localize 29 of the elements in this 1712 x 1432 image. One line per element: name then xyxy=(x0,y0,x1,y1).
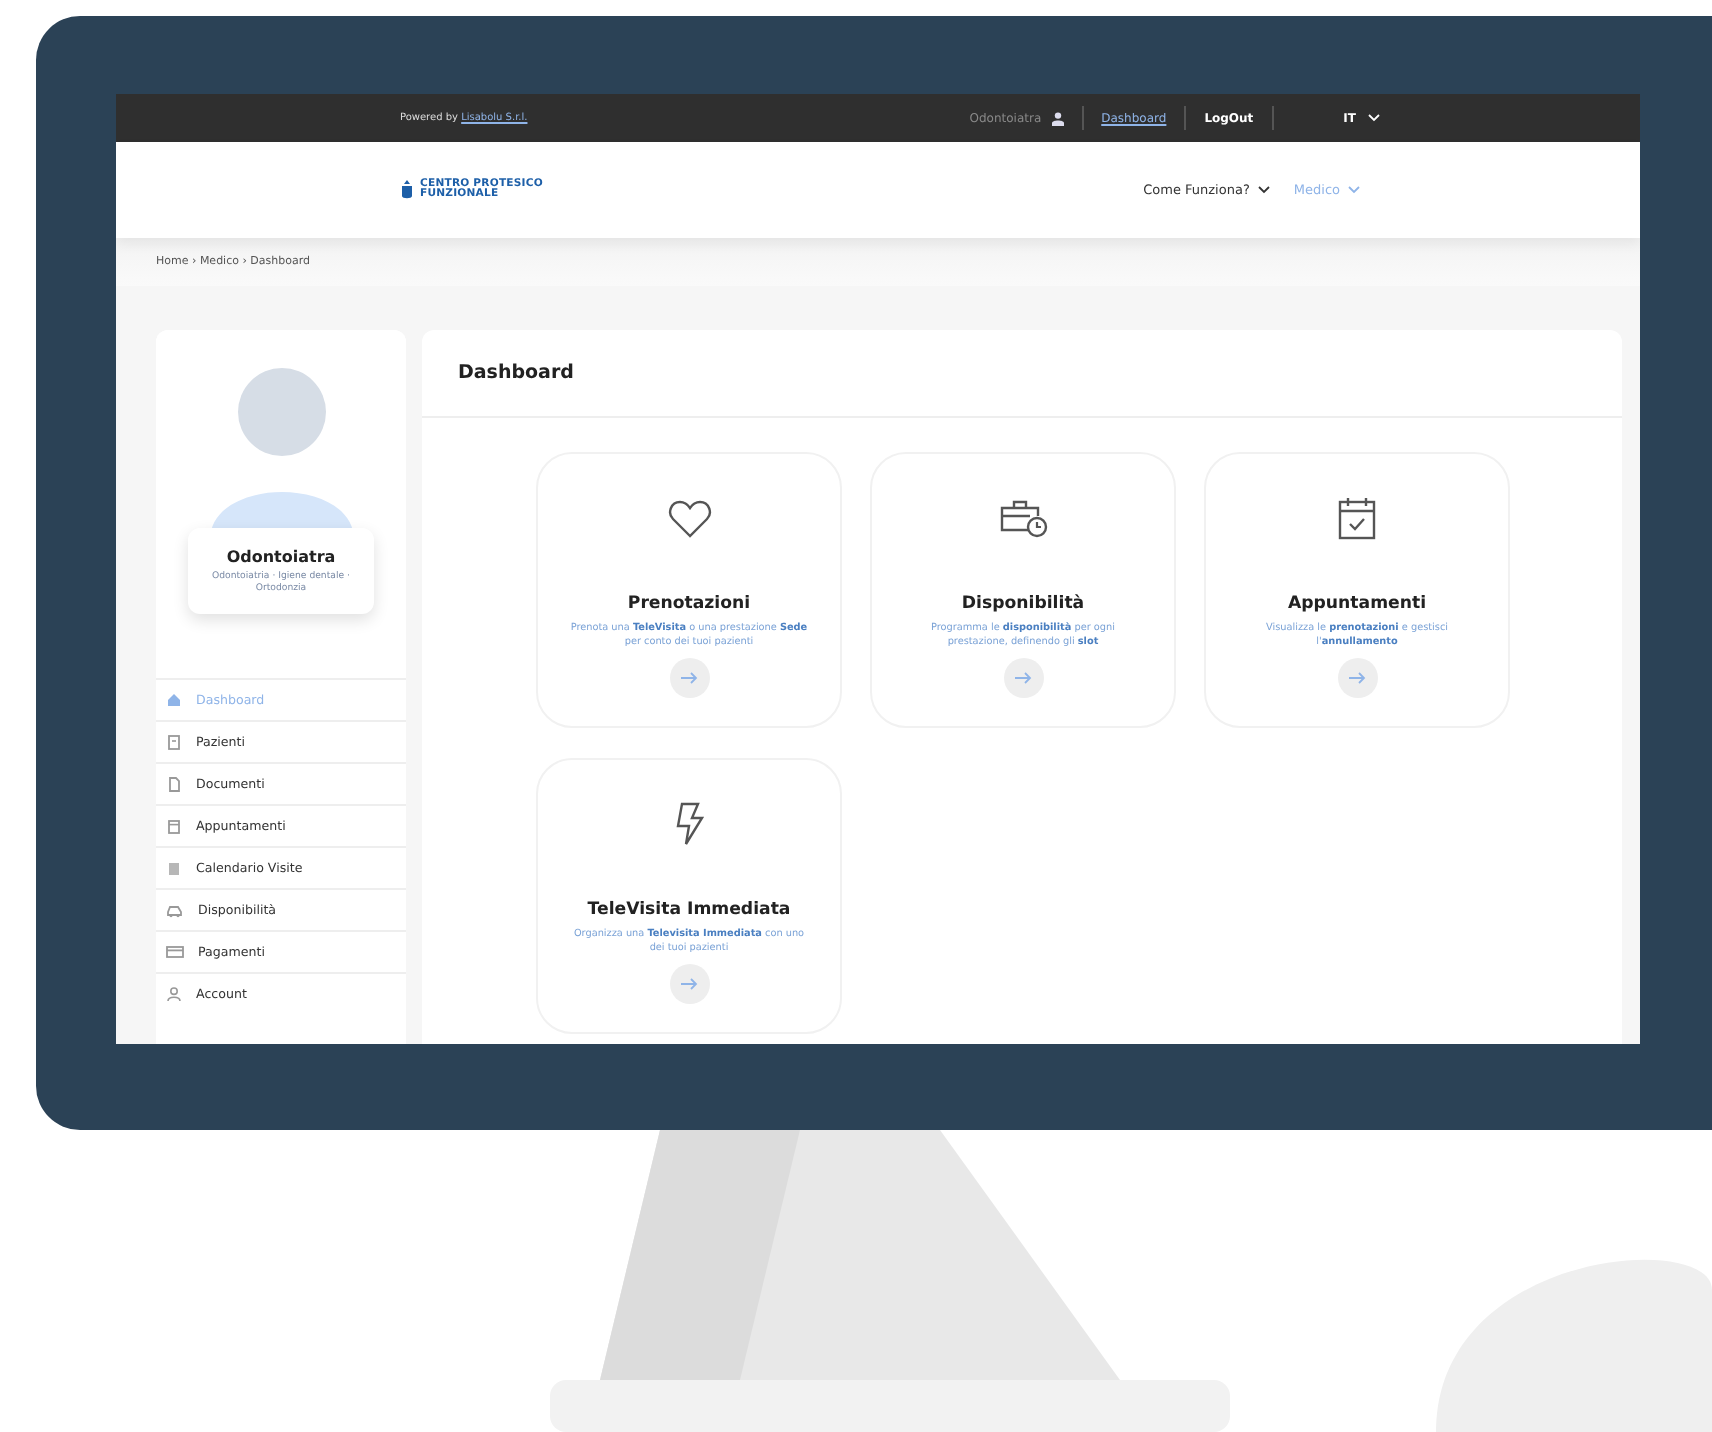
arrow-right-icon xyxy=(680,978,698,990)
clipboard-icon xyxy=(166,734,182,750)
chevron-down-icon xyxy=(1257,186,1270,194)
user-icon xyxy=(1051,111,1064,125)
card-title: TeleVisita Immediata xyxy=(587,900,791,920)
arrow-right-icon xyxy=(1348,672,1366,684)
arrow-right-icon xyxy=(680,672,698,684)
chevron-down-icon xyxy=(1368,114,1380,122)
arrow-right-icon xyxy=(1014,672,1032,684)
go-button[interactable] xyxy=(669,964,709,1004)
card-title: Disponibilità xyxy=(961,594,1085,614)
lightning-icon xyxy=(675,802,703,846)
briefcase-clock-icon xyxy=(999,498,1047,538)
heart-icon xyxy=(667,499,711,537)
go-button[interactable] xyxy=(669,658,709,698)
chevron-down-icon xyxy=(1348,186,1360,194)
home-icon xyxy=(166,692,182,708)
car-icon xyxy=(166,902,184,918)
go-button[interactable] xyxy=(1337,658,1377,698)
card-title: Appuntamenti xyxy=(1287,594,1427,614)
user-icon xyxy=(166,986,182,1002)
panel-title: Dashboard xyxy=(422,330,1622,418)
card-title: Prenotazioni xyxy=(627,594,751,614)
document-icon xyxy=(166,776,182,792)
card-icon xyxy=(166,944,184,960)
logo-icon xyxy=(400,180,414,200)
profile-name: Odontoiatra xyxy=(226,548,336,566)
calendar-check-icon xyxy=(1338,496,1376,540)
go-button[interactable] xyxy=(1003,658,1043,698)
